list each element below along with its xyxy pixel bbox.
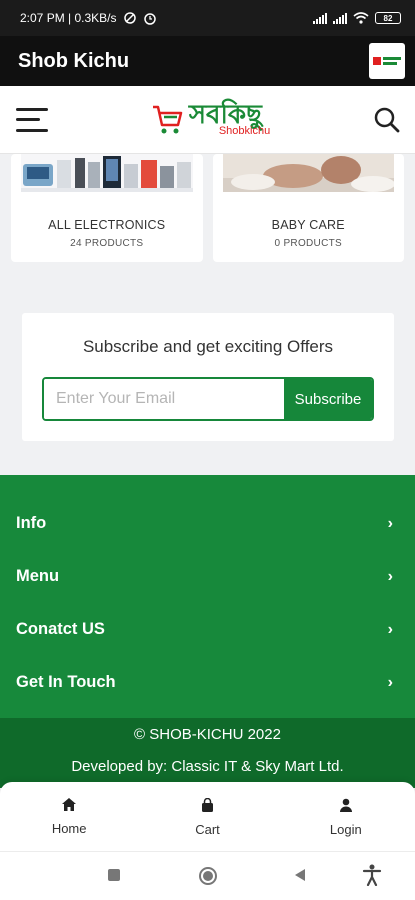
footer-item-label: Get In Touch bbox=[16, 673, 116, 691]
footer-item-label: Info bbox=[16, 514, 47, 532]
user-icon bbox=[339, 798, 352, 812]
subscribe-button[interactable]: Subscribe bbox=[284, 379, 372, 419]
alarm-icon bbox=[143, 13, 156, 25]
copyright-bar: © SHOB-KICHU 2022 Developed by: Classic … bbox=[0, 718, 415, 788]
chevron-right-icon: › bbox=[387, 567, 393, 585]
signal-icon-2 bbox=[333, 12, 347, 24]
subscribe-title: Subscribe and get exciting Offers bbox=[82, 337, 334, 356]
nav-label: Home bbox=[51, 821, 87, 836]
footer-item-label: Menu bbox=[16, 567, 60, 585]
site-logo[interactable]: সবকিছু Shobkichu bbox=[151, 102, 270, 137]
nav-home[interactable]: Home bbox=[0, 782, 138, 851]
baby-care-image bbox=[222, 154, 394, 192]
category-count: 24 PRODUCTS bbox=[70, 238, 144, 249]
footer-item-menu[interactable]: Menu › bbox=[0, 550, 415, 603]
developer-text: Developed by: Classic IT & Sky Mart Ltd. bbox=[71, 758, 344, 775]
bag-icon bbox=[201, 798, 213, 812]
category-card-baby-care[interactable]: BABY CARE 0 PRODUCTS bbox=[212, 154, 404, 262]
site-header: সবকিছু Shobkichu bbox=[0, 86, 415, 154]
signal-icon bbox=[313, 12, 327, 24]
logo-english-text: Shobkichu bbox=[218, 125, 271, 137]
app-bar: Shob Kichu bbox=[0, 36, 415, 86]
recents-icon[interactable] bbox=[107, 868, 121, 882]
home-icon bbox=[62, 798, 77, 811]
home-button-icon[interactable] bbox=[198, 866, 218, 886]
chevron-right-icon: › bbox=[387, 620, 393, 638]
wifi-icon bbox=[353, 12, 369, 24]
footer-menu: Info › Menu › Conatct US › Get In Touch … bbox=[0, 475, 415, 718]
chevron-right-icon: › bbox=[387, 514, 393, 532]
bottom-nav: Home Cart Login bbox=[0, 782, 415, 852]
menu-icon[interactable] bbox=[16, 107, 48, 132]
category-title: ALL ELECTRONICS bbox=[48, 218, 166, 232]
data-saver-icon bbox=[123, 12, 136, 24]
nav-label: Login bbox=[329, 822, 362, 837]
status-bar: 2:07 PM | 0.3KB/s 82 bbox=[0, 0, 415, 36]
system-nav-bar bbox=[0, 852, 415, 900]
footer-item-label: Conatct US bbox=[16, 620, 105, 638]
accessibility-icon[interactable] bbox=[362, 864, 382, 886]
search-icon[interactable] bbox=[373, 106, 401, 134]
nav-cart[interactable]: Cart bbox=[138, 782, 276, 851]
email-input[interactable] bbox=[44, 379, 284, 419]
footer-item-info[interactable]: Info › bbox=[0, 497, 415, 550]
subscribe-box: Subscribe and get exciting Offers Subscr… bbox=[22, 313, 394, 441]
nav-login[interactable]: Login bbox=[277, 782, 415, 851]
footer-item-contact[interactable]: Conatct US › bbox=[0, 603, 415, 656]
nav-label: Cart bbox=[195, 822, 220, 837]
category-card-electronics[interactable]: ALL ELECTRONICS 24 PRODUCTS bbox=[11, 154, 203, 262]
subscribe-form: Subscribe bbox=[42, 377, 374, 421]
copyright-text: © SHOB-KICHU 2022 bbox=[134, 726, 281, 743]
cart-logo-icon bbox=[152, 105, 183, 133]
app-logo-icon bbox=[373, 57, 401, 65]
electronics-image bbox=[21, 154, 193, 192]
category-count: 0 PRODUCTS bbox=[274, 238, 342, 249]
battery-icon: 82 bbox=[375, 12, 401, 24]
chevron-right-icon: › bbox=[387, 673, 393, 691]
status-time: 2:07 PM | 0.3KB/s bbox=[20, 11, 117, 25]
app-logo[interactable] bbox=[369, 43, 405, 79]
footer-item-get-in-touch[interactable]: Get In Touch › bbox=[0, 656, 415, 709]
category-list: ALL ELECTRONICS 24 PRODUCTS BABY CARE 0 … bbox=[11, 154, 404, 262]
category-title: BABY CARE bbox=[271, 218, 345, 232]
app-title: Shob Kichu bbox=[18, 49, 130, 72]
back-icon[interactable] bbox=[293, 868, 307, 882]
